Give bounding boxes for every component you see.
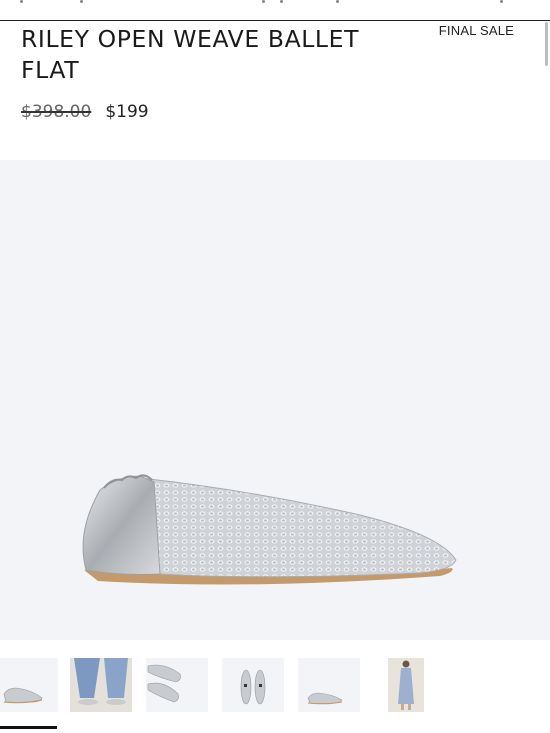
- thumbnail-1[interactable]: [0, 658, 58, 712]
- shoe-image: [82, 474, 457, 585]
- thumbnail-2[interactable]: [70, 658, 132, 712]
- selected-thumbnail-indicator: [0, 726, 57, 729]
- thumbnail-5[interactable]: [298, 658, 360, 712]
- nav-dot: [280, 0, 283, 3]
- nav-dot: [80, 0, 83, 3]
- thumbnail-strip: [0, 655, 550, 733]
- sale-price: $199: [105, 102, 149, 122]
- thumbnail-3[interactable]: [146, 658, 208, 712]
- thumbnail-4[interactable]: [222, 658, 284, 712]
- top-nav-edge: [0, 0, 550, 21]
- thumbnail-6[interactable]: [376, 658, 438, 712]
- nav-dot: [262, 0, 265, 3]
- nav-dot: [336, 0, 339, 3]
- price-row: $398.00 $199: [21, 100, 149, 124]
- main-product-image[interactable]: [0, 160, 550, 640]
- final-sale-badge: FINAL SALE: [438, 23, 514, 38]
- nav-dot: [20, 0, 23, 3]
- nav-dot: [500, 0, 503, 3]
- scrollbar[interactable]: [545, 22, 548, 66]
- product-title: RILEY OPEN WEAVE BALLET FLAT: [21, 25, 360, 84]
- original-price: $398.00: [21, 102, 92, 122]
